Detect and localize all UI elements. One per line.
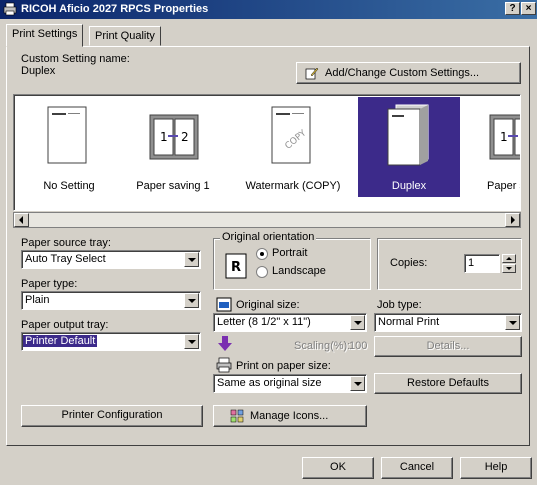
scroll-left-button[interactable] xyxy=(14,213,29,227)
print-paper-size-select[interactable]: Same as original size xyxy=(213,374,367,393)
copies-spinner[interactable] xyxy=(502,254,520,273)
add-change-custom-settings-button[interactable]: Add/Change Custom Settings... xyxy=(296,62,521,84)
title-bar[interactable]: RICOH Aficio 2027 RPCS Properties ? × xyxy=(0,0,537,19)
chevron-down-icon[interactable] xyxy=(184,293,199,308)
job-type-select[interactable]: Normal Print xyxy=(374,313,522,332)
help-button[interactable]: Help xyxy=(460,457,532,479)
ok-button[interactable]: OK xyxy=(302,457,374,479)
printer-icon xyxy=(3,2,17,16)
print-paper-size-icon xyxy=(216,357,232,373)
scroll-right-button[interactable] xyxy=(505,213,520,227)
paper-source-select[interactable]: Auto Tray Select xyxy=(21,250,201,269)
paper-source-label: Paper source tray: xyxy=(21,237,111,249)
preset-no-setting[interactable]: No Setting xyxy=(18,97,120,197)
duplex-page-icon xyxy=(387,104,429,166)
copies-label: Copies: xyxy=(390,257,428,269)
original-size-label: Original size: xyxy=(236,299,300,311)
printer-configuration-button[interactable]: Printer Configuration xyxy=(21,405,203,427)
arrow-right-icon xyxy=(511,216,515,224)
tab-print-settings[interactable]: Print Settings xyxy=(6,24,84,47)
details-button[interactable]: Details... xyxy=(374,336,522,357)
orientation-group-title: Original orientation xyxy=(220,231,317,243)
arrow-left-icon xyxy=(19,216,23,224)
close-button[interactable]: × xyxy=(521,2,536,15)
portrait-label[interactable]: Portrait xyxy=(272,247,307,259)
preset-icon-strip: No Setting 1 2 Paper saving 1 COPY Water… xyxy=(13,94,521,211)
help-title-button[interactable]: ? xyxy=(505,2,520,15)
watermark-page-icon: COPY xyxy=(271,106,311,164)
preset-paper-saving-2[interactable]: 1 Paper savi xyxy=(462,97,520,197)
print-paper-size-label: Print on paper size: xyxy=(236,360,331,372)
custom-setting-current: Duplex xyxy=(21,65,56,77)
copies-group: Copies: 1 xyxy=(377,238,522,290)
two-up-pages-icon: 1 2 xyxy=(149,114,199,160)
svg-text:1: 1 xyxy=(500,130,508,144)
original-size-icon xyxy=(216,297,232,312)
svg-text:2: 2 xyxy=(181,130,189,144)
paper-type-select[interactable]: Plain xyxy=(21,291,201,310)
chevron-down-icon[interactable] xyxy=(184,334,199,349)
chevron-down-icon[interactable] xyxy=(184,252,199,267)
svg-text:R: R xyxy=(231,260,241,275)
preset-duplex[interactable]: Duplex xyxy=(358,97,460,197)
portrait-radio[interactable] xyxy=(256,248,268,260)
tab-print-quality[interactable]: Print Quality xyxy=(89,26,161,46)
original-size-select[interactable]: Letter (8 1/2" x 11") xyxy=(213,313,367,332)
landscape-label[interactable]: Landscape xyxy=(272,265,326,277)
chevron-down-icon[interactable] xyxy=(350,315,365,330)
portrait-orientation-icon: R xyxy=(225,253,247,279)
two-up-pages-icon: 1 xyxy=(489,114,520,160)
spin-up-icon[interactable] xyxy=(502,254,516,263)
paper-output-select[interactable]: Printer Default xyxy=(21,332,201,351)
scaling-label: Scaling(%): xyxy=(294,340,351,352)
cancel-button[interactable]: Cancel xyxy=(381,457,453,479)
preset-scrollbar[interactable] xyxy=(13,212,521,228)
custom-setting-label: Custom Setting name: xyxy=(21,53,130,65)
spin-down-icon[interactable] xyxy=(502,264,516,273)
properties-dialog: RICOH Aficio 2027 RPCS Properties ? × Pr… xyxy=(0,0,537,485)
paper-output-label: Paper output tray: xyxy=(21,319,109,331)
landscape-radio[interactable] xyxy=(256,266,268,278)
chevron-down-icon[interactable] xyxy=(350,376,365,391)
window-title: RICOH Aficio 2027 RPCS Properties xyxy=(21,3,209,15)
scaling-value: 100 xyxy=(349,340,368,352)
restore-defaults-button[interactable]: Restore Defaults xyxy=(374,373,522,394)
settings-edit-icon xyxy=(305,67,319,80)
orientation-group: Original orientation R Portrait Landscap… xyxy=(213,231,371,290)
arrow-down-icon xyxy=(218,336,232,351)
tab-panel: Custom Setting name: Duplex Add/Change C… xyxy=(6,46,530,446)
svg-text:1: 1 xyxy=(160,130,168,144)
manage-icons-button[interactable]: Manage Icons... xyxy=(213,405,367,427)
preset-paper-saving-1[interactable]: 1 2 Paper saving 1 xyxy=(122,97,224,197)
paper-type-label: Paper type: xyxy=(21,278,78,290)
preset-watermark-copy[interactable]: COPY Watermark (COPY) xyxy=(242,97,344,197)
blank-page-icon xyxy=(47,106,87,164)
chevron-down-icon[interactable] xyxy=(505,315,520,330)
copies-input[interactable]: 1 xyxy=(464,254,500,273)
manage-icons-icon xyxy=(230,409,244,423)
job-type-label: Job type: xyxy=(377,299,422,311)
